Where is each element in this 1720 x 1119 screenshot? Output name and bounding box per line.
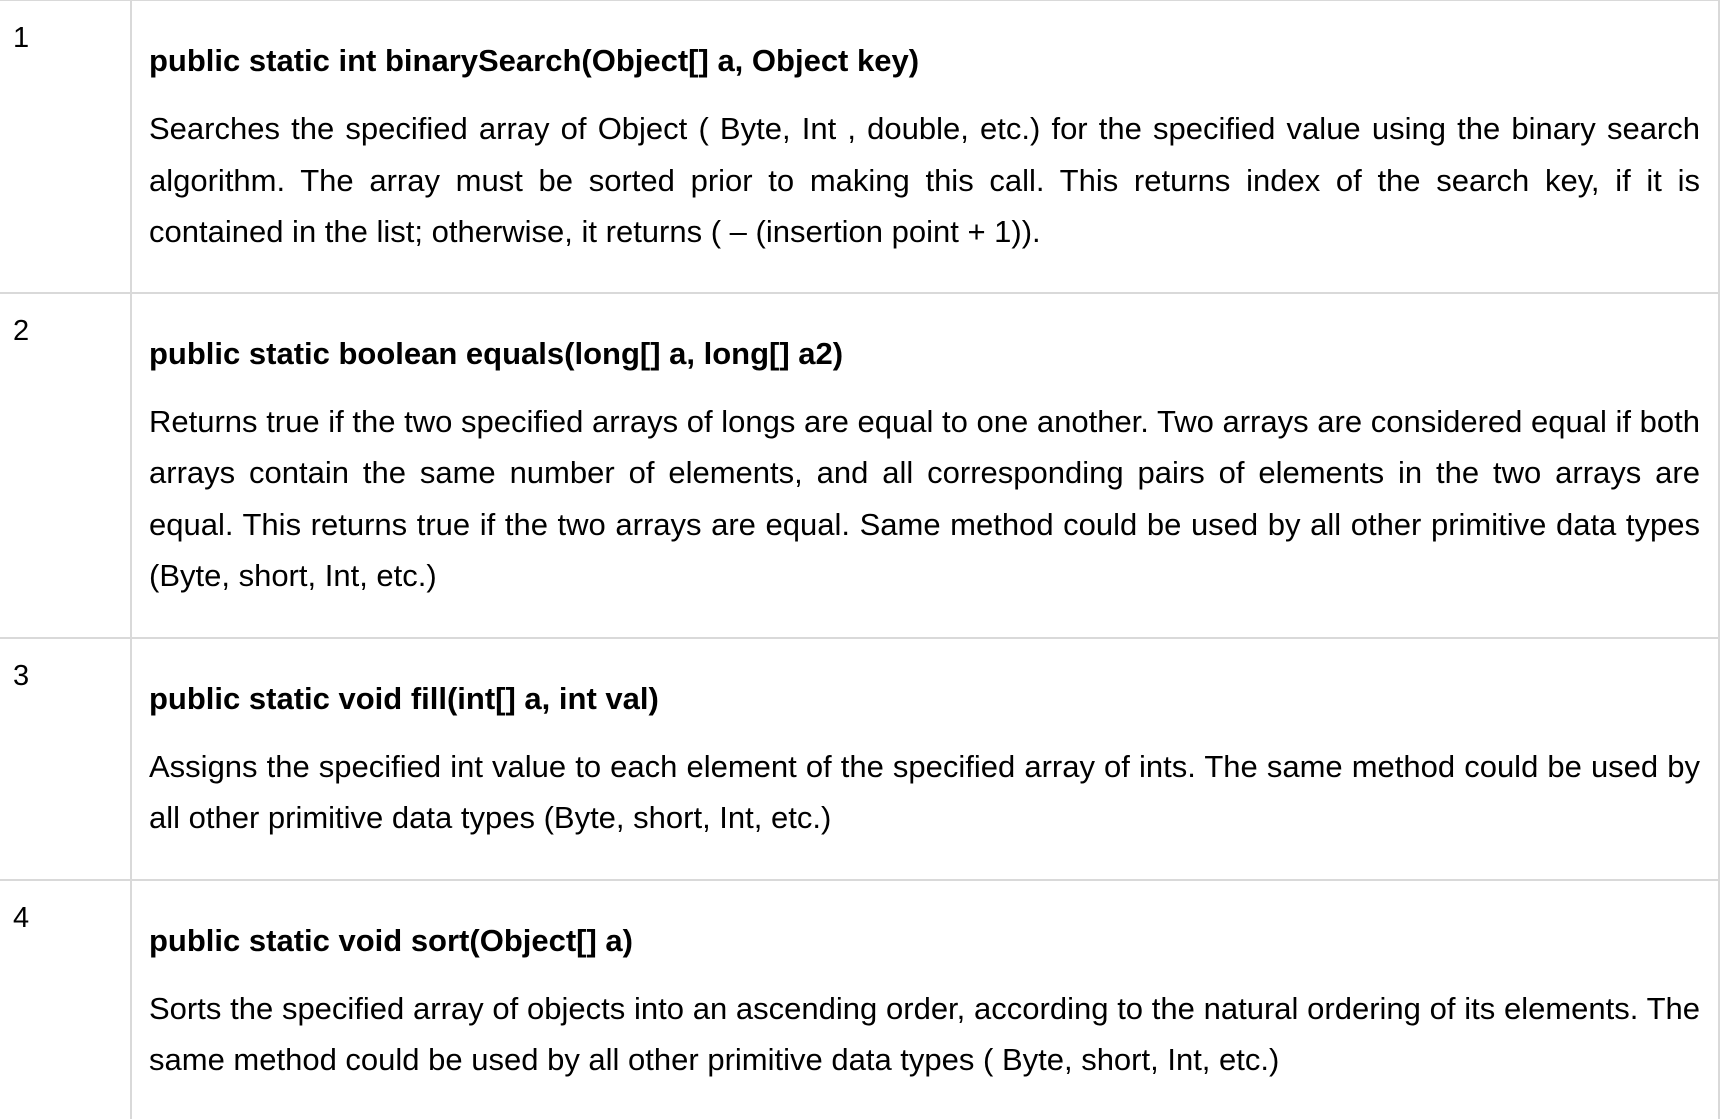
- row-number: 1: [0, 0, 132, 294]
- method-signature: public static int binarySearch(Object[] …: [149, 43, 920, 78]
- method-signature: public static boolean equals(long[] a, l…: [149, 335, 844, 371]
- row-number: 2: [0, 291, 132, 639]
- method-cell: public static boolean equals(long[] a, l…: [130, 291, 1720, 639]
- method-cell: public static int binarySearch(Object[] …: [130, 0, 1720, 294]
- methods-table: 1 public static int binarySearch(Object[…: [0, 0, 1720, 1119]
- method-description: Returns true if the two specified arrays…: [149, 403, 1700, 594]
- method-description: Assigns the specified int value to each …: [149, 748, 1700, 836]
- method-signature: public static void fill(int[] a, int val…: [149, 680, 659, 716]
- method-description: Searches the specified array of Object (…: [149, 111, 1700, 249]
- table-row: 1 public static int binarySearch(Object[…: [0, 0, 1720, 294]
- table-row: 3 public static void fill(int[] a, int v…: [0, 636, 1720, 881]
- method-signature: public static void sort(Object[] a): [149, 922, 633, 958]
- method-cell: public static void fill(int[] a, int val…: [130, 636, 1720, 881]
- row-number: 4: [0, 878, 132, 1119]
- row-number: 3: [0, 636, 132, 881]
- table-row: 4 public static void sort(Object[] a) So…: [0, 878, 1720, 1119]
- method-cell: public static void sort(Object[] a) Sort…: [130, 878, 1720, 1119]
- table-row: 2 public static boolean equals(long[] a,…: [0, 291, 1720, 639]
- method-description: Sorts the specified array of objects int…: [149, 990, 1700, 1078]
